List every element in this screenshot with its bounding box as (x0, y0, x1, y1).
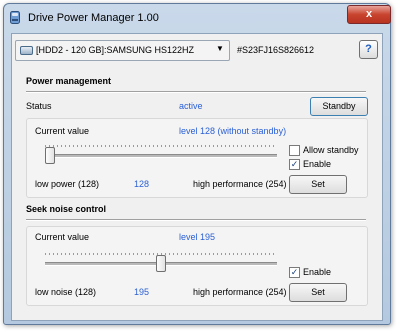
noise-slider-thumb[interactable] (156, 255, 166, 272)
noise-high-performance-label: high performance (254) (193, 287, 287, 297)
noise-enable-label: Enable (303, 267, 332, 277)
title-bar[interactable]: Drive Power Manager 1.00 x (4, 4, 391, 32)
noise-section-divider (26, 219, 366, 221)
noise-section-title: Seek noise control (26, 204, 107, 214)
power-enable-label: Enable (303, 159, 332, 169)
power-slider-value: 128 (134, 179, 150, 189)
allow-standby-label: Allow standby (303, 145, 359, 155)
app-window: Drive Power Manager 1.00 x [HDD2 - 120 G… (3, 3, 391, 325)
power-slider-track[interactable] (45, 154, 277, 158)
checkmark-icon: ✓ (290, 159, 299, 169)
window-title: Drive Power Manager 1.00 (28, 12, 159, 24)
noise-slider-value: 195 (134, 287, 150, 297)
app-icon (10, 11, 20, 24)
status-value: active (179, 101, 203, 111)
power-current-label: Current value (35, 126, 90, 136)
noise-level-group: Current value level 195 ✓ Enable low noi… (26, 226, 368, 306)
power-current-value: level 128 (without standby) (179, 126, 287, 136)
client-area: [HDD2 - 120 GB]:SAMSUNG HS122HZ ▼ #S23FJ… (11, 33, 383, 321)
power-enable-checkbox[interactable]: ✓ (289, 159, 300, 170)
drive-select[interactable]: [HDD2 - 120 GB]:SAMSUNG HS122HZ ▼ (15, 40, 230, 61)
close-icon: x (365, 8, 373, 20)
noise-current-label: Current value (35, 232, 90, 242)
power-section-title: Power management (26, 76, 112, 86)
hard-drive-icon (20, 46, 33, 55)
low-power-label: low power (128) (35, 179, 100, 189)
drive-select-value: [HDD2 - 120 GB]:SAMSUNG HS122HZ (36, 45, 195, 55)
noise-set-button[interactable]: Set (289, 283, 347, 302)
power-set-button[interactable]: Set (289, 175, 347, 194)
noise-enable-checkbox[interactable]: ✓ (289, 267, 300, 278)
drive-serial: #S23FJ16S826612 (237, 45, 315, 55)
chevron-down-icon: ▼ (216, 44, 224, 53)
power-level-group: Current value level 128 (without standby… (26, 118, 368, 198)
noise-current-value: level 195 (179, 232, 216, 242)
power-slider-ticks (45, 145, 277, 147)
help-button[interactable]: ? (359, 40, 378, 59)
checkmark-icon: ✓ (290, 267, 299, 277)
power-slider-thumb[interactable] (45, 147, 55, 164)
close-button[interactable]: x (347, 5, 391, 24)
standby-button[interactable]: Standby (310, 97, 368, 116)
low-noise-label: low noise (128) (35, 287, 97, 297)
status-label: Status (26, 101, 52, 111)
high-performance-label: high performance (254) (193, 179, 287, 189)
power-section-divider (26, 91, 366, 93)
allow-standby-checkbox[interactable] (289, 145, 300, 156)
